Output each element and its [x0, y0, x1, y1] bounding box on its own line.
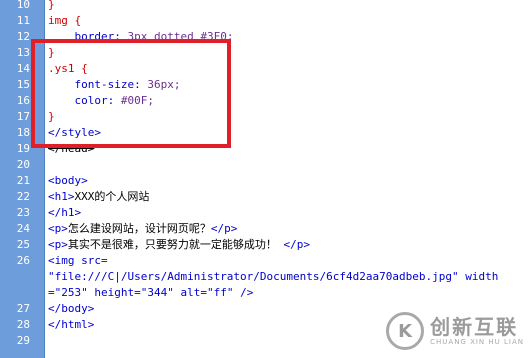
red-highlight-box [31, 39, 231, 148]
code-token: "ff" [206, 286, 234, 299]
code-line: "file:///C|/Users/Administrator/Document… [48, 269, 498, 285]
line-number [0, 269, 30, 285]
code-line: } [48, 0, 55, 13]
code-token: <p> [48, 222, 68, 235]
code-line: </h1> [48, 205, 81, 221]
line-number: 27 [16, 302, 30, 315]
line-number: 10 [16, 0, 30, 11]
line-number: 16 [16, 94, 30, 107]
code-token: } [48, 0, 55, 11]
code-line: img { [48, 13, 81, 29]
line-number: 11 [16, 14, 30, 27]
line-number: 23 [16, 206, 30, 219]
brand-name-english: CHUANG XIN HU LIAN [430, 338, 524, 346]
code-editor[interactable]: 10 11 12 13 14 15 16 17 18 19 20 21 22 23 24 25 26 27 28 29… [0, 0, 530, 358]
line-number: 25 [16, 238, 30, 251]
brand-logo-icon: K [386, 312, 425, 350]
line-number: 14 [16, 62, 30, 75]
code-token: "file:///C|/Users/Administrator/Document… [48, 270, 459, 283]
line-number: 15 [16, 78, 30, 91]
code-token: XXX的个人网站 [74, 190, 150, 203]
code-token: </h1> [48, 206, 82, 219]
line-number: 13 [16, 46, 30, 59]
code-token: = [48, 286, 55, 299]
line-number: 29 [16, 334, 30, 347]
code-token: <body> [48, 174, 88, 187]
code-line: <img src= [48, 253, 108, 269]
code-token: "253" [54, 286, 88, 299]
code-token: <h1> [48, 190, 75, 203]
code-token: 其实不是很难，只要努力就一定能够成功！ [67, 238, 277, 251]
code-token: <p> [48, 238, 68, 251]
code-token: 怎么建设网站，设计网页呢？ [67, 222, 211, 235]
code-line: </html> [48, 317, 94, 333]
code-token: </p> [210, 222, 238, 235]
code-line: ="253" height="344" alt="ff" /> [48, 285, 253, 301]
line-number: 26 [16, 254, 30, 267]
code-line: <p>其实不是很难，只要努力就一定能够成功！ </p> [48, 237, 310, 253]
code-token: width [458, 270, 499, 283]
code-token: </body> [48, 302, 95, 315]
brand-name-chinese: 创新互联 [430, 315, 519, 339]
brand-text: 创新互联 CHUANG XIN HU LIAN [430, 316, 524, 346]
line-number: 12 [16, 30, 30, 43]
code-token: /> [233, 286, 254, 299]
code-token: "344" [140, 286, 174, 299]
brand-watermark: K 创新互联 CHUANG XIN HU LIAN [386, 312, 524, 350]
line-number: 20 [16, 158, 30, 171]
line-number: 17 [16, 110, 30, 123]
code-line: <h1>XXX的个人网站 [48, 189, 149, 205]
code-token: alt= [173, 286, 207, 299]
code-token: height= [87, 286, 141, 299]
code-token: <img src= [48, 254, 108, 267]
code-token: img { [48, 14, 82, 27]
line-number: 21 [16, 174, 30, 187]
line-number [0, 285, 30, 301]
code-token: </html> [48, 318, 95, 331]
line-number: 22 [16, 190, 30, 203]
line-number: 18 [16, 126, 30, 139]
code-line: <body> [48, 173, 88, 189]
code-token: </p> [276, 238, 310, 251]
code-line: <p>怎么建设网站，设计网页呢？</p> [48, 221, 237, 237]
code-line: </body> [48, 301, 94, 317]
line-number: 19 [16, 142, 30, 155]
line-number: 24 [16, 222, 30, 235]
line-number: 28 [16, 318, 30, 331]
